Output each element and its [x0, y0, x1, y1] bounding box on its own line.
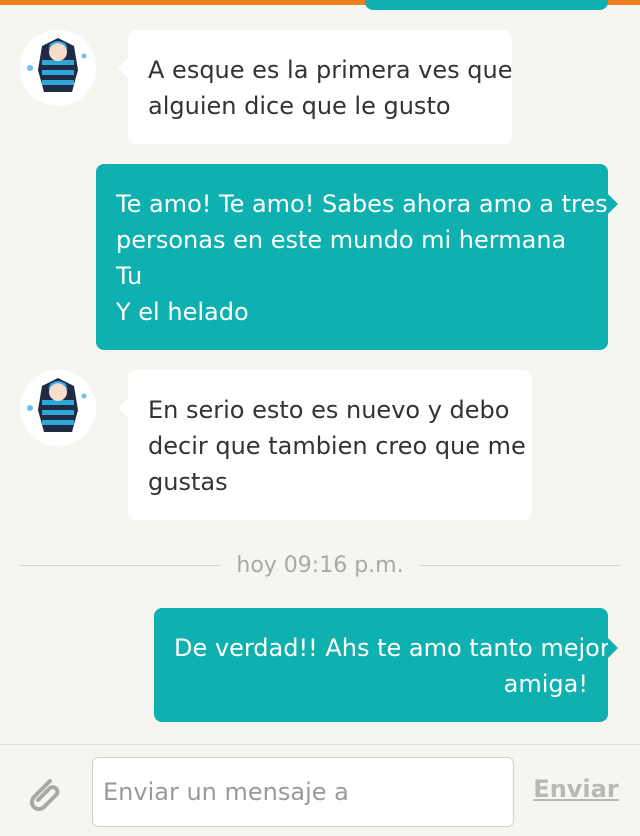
avatar[interactable]: [20, 370, 96, 446]
message-bubble-incoming[interactable]: En serio esto es nuevo y debo decir que …: [118, 370, 532, 520]
timestamp-separator: hoy 09:16 p.m.: [20, 552, 620, 580]
message-text-line: amiga!: [503, 670, 588, 698]
message-input[interactable]: [93, 758, 513, 826]
message-text-line: De verdad!! Ahs te amo tanto mejor: [174, 634, 610, 662]
message-text-line: gustas: [148, 468, 228, 496]
message-text-line: A esque es la primera ves que: [148, 56, 513, 84]
message-text-line: Tu: [116, 262, 143, 290]
message-bubble-outgoing[interactable]: De verdad!! Ahs te amo tanto mejor amiga…: [154, 608, 618, 722]
message-text-line: decir que tambien creo que me: [148, 432, 526, 460]
message-text-line: En serio esto es nuevo y debo: [148, 396, 510, 424]
message-text-line: Y el helado: [116, 298, 249, 326]
timestamp-label: hoy 09:16 p.m.: [236, 553, 404, 578]
message-bubble-incoming[interactable]: A esque es la primera ves que alguien di…: [118, 30, 513, 144]
message-composer: Enviar: [0, 744, 640, 836]
previous-message-bubble-edge: [365, 0, 608, 10]
paperclip-icon[interactable]: [22, 771, 66, 815]
message-bubble-outgoing[interactable]: Te amo! Te amo! Sabes ahora amo a tres p…: [96, 164, 618, 350]
avatar-illustration: [20, 30, 96, 106]
avatar[interactable]: [20, 30, 96, 106]
message-text-line: Te amo! Te amo! Sabes ahora amo a tres: [116, 190, 608, 218]
send-button[interactable]: Enviar: [530, 775, 622, 803]
avatar-illustration: [20, 370, 96, 446]
message-text-line: alguien dice que le gusto: [148, 92, 451, 120]
message-input-wrapper: [92, 757, 514, 827]
message-text-line: personas en este mundo mi hermana: [116, 226, 567, 254]
